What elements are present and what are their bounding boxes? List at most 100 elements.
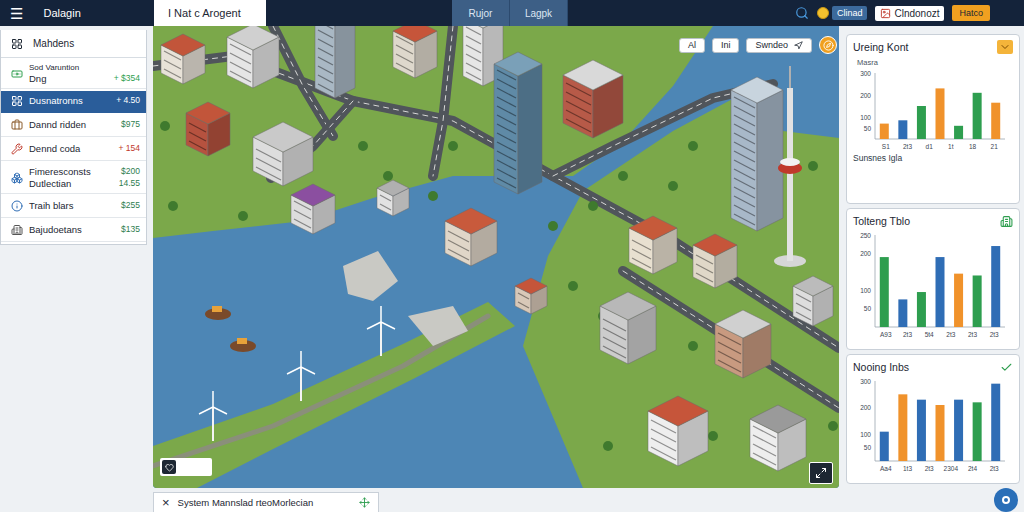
chart-bar[interactable] (898, 120, 907, 139)
chart-bar[interactable] (991, 246, 1000, 327)
building[interactable] (693, 234, 737, 288)
chart-bar[interactable] (954, 274, 963, 327)
sidebar-header: Mahdens (1, 30, 146, 58)
chart-bar[interactable] (973, 402, 982, 461)
boat[interactable] (230, 338, 256, 352)
building[interactable] (563, 60, 623, 138)
close-button[interactable]: × (162, 495, 170, 510)
tree (708, 431, 718, 441)
map-control[interactable]: Ini (712, 38, 740, 53)
menu-button[interactable]: ☰ (10, 6, 23, 21)
axis-label: 18 (969, 143, 977, 150)
chart-bar[interactable] (898, 394, 907, 461)
axis-label: 2t3 (903, 331, 912, 338)
map-control[interactable]: Al (679, 38, 705, 53)
search-icon[interactable] (795, 6, 809, 20)
chart-bar[interactable] (991, 103, 1000, 139)
building[interactable] (377, 180, 409, 216)
sidebar-item[interactable]: Dusnatronns+ 4.50 (1, 91, 146, 113)
building[interactable] (515, 278, 547, 314)
fullscreen-button[interactable] (809, 462, 833, 484)
chevron-icon[interactable] (997, 40, 1013, 54)
rocks (343, 251, 468, 346)
chart-bar[interactable] (898, 299, 907, 327)
tree (160, 121, 170, 131)
user-badge[interactable]: Clndonozt (875, 6, 944, 21)
move-icon[interactable] (359, 497, 370, 508)
item-icon (11, 95, 23, 107)
axis-label: d1 (926, 143, 934, 150)
building[interactable] (393, 26, 437, 78)
right-panel: Ureing KontMasra30020010050S12t3d11t1821… (846, 26, 1024, 512)
chart-bar[interactable] (917, 106, 926, 139)
sidebar-item[interactable]: Fimeresconsts$200Dutlectian14.55 (1, 163, 146, 194)
chart-bar[interactable] (880, 257, 889, 327)
building[interactable] (445, 208, 497, 266)
axis-label: 1t (948, 143, 954, 150)
body: MahdensSod VaruntionDng+ $354Dusnatronns… (0, 26, 1024, 512)
chart-bar[interactable] (954, 400, 963, 461)
fab-button[interactable] (994, 488, 1018, 512)
sidebar-item[interactable]: Traih blars$255 (1, 196, 146, 218)
building[interactable] (750, 405, 806, 471)
boat[interactable] (205, 306, 231, 320)
sidebar-item[interactable]: Dannd ridden$975 (1, 115, 146, 137)
axis-label: 5t4 (925, 331, 934, 338)
check-icon[interactable] (1000, 361, 1013, 374)
tab[interactable]: Rujor (452, 0, 510, 26)
coins[interactable]: Clinad (817, 6, 868, 20)
item-icon (11, 200, 23, 212)
axis-tick: 200 (860, 404, 871, 411)
chart-bar[interactable] (917, 292, 926, 327)
building[interactable] (161, 34, 205, 84)
tv-tower[interactable] (774, 66, 806, 267)
building[interactable] (291, 184, 335, 234)
sidebar-item[interactable]: Bajudoetans$135 (1, 220, 146, 242)
building[interactable] (629, 216, 677, 274)
tree (238, 211, 248, 221)
tree (688, 341, 698, 351)
building[interactable] (648, 396, 708, 466)
building[interactable] (731, 77, 783, 231)
compass-button[interactable] (819, 36, 837, 54)
chart-bar[interactable] (880, 124, 889, 139)
axis-label: 2t4 (968, 465, 977, 472)
chart-bar[interactable] (936, 88, 945, 139)
action-button[interactable]: Hatco (952, 5, 990, 21)
tree (568, 281, 578, 291)
chart-bar[interactable] (936, 405, 945, 461)
chart-bar[interactable] (973, 93, 982, 139)
building[interactable] (227, 26, 279, 88)
axis-tick: 300 (860, 70, 871, 77)
chart-card: Tolteng Tblo25020010050A932t35t42t32t32t… (846, 208, 1020, 350)
city-map[interactable] (153, 26, 839, 488)
coin-icon (817, 7, 829, 19)
favorite-box[interactable] (160, 458, 212, 476)
chart-bar[interactable] (936, 257, 945, 327)
chart-bar[interactable] (917, 400, 926, 461)
building[interactable] (315, 26, 355, 98)
tree (603, 441, 613, 451)
building[interactable] (494, 52, 542, 194)
building[interactable] (715, 310, 771, 378)
building[interactable] (793, 276, 833, 326)
building[interactable] (600, 292, 656, 364)
tab[interactable]: Lagpk (510, 0, 568, 26)
axis-label: 2t3 (968, 331, 977, 338)
building[interactable] (253, 122, 313, 186)
sidebar-item[interactable]: Sod VaruntionDng+ $354 (1, 60, 146, 89)
building-icon[interactable] (1000, 215, 1013, 228)
document-tab[interactable]: I Nat c Arogent (154, 0, 266, 26)
map-control[interactable]: Swndeo (746, 38, 812, 53)
chart-bar[interactable] (954, 126, 963, 139)
building[interactable] (186, 102, 230, 156)
axis-tick: 50 (864, 444, 872, 451)
chart-bar[interactable] (880, 432, 889, 461)
chart-bar[interactable] (973, 275, 982, 327)
axis-tick: 50 (864, 305, 872, 312)
axis-tick: 100 (860, 431, 871, 438)
sidebar-item[interactable]: Dennd coda+ 154 (1, 139, 146, 161)
bar-chart: 25020010050A932t35t42t32t32t3 (853, 229, 1009, 339)
axis-label: 2t3 (946, 331, 955, 338)
chart-bar[interactable] (991, 384, 1000, 461)
